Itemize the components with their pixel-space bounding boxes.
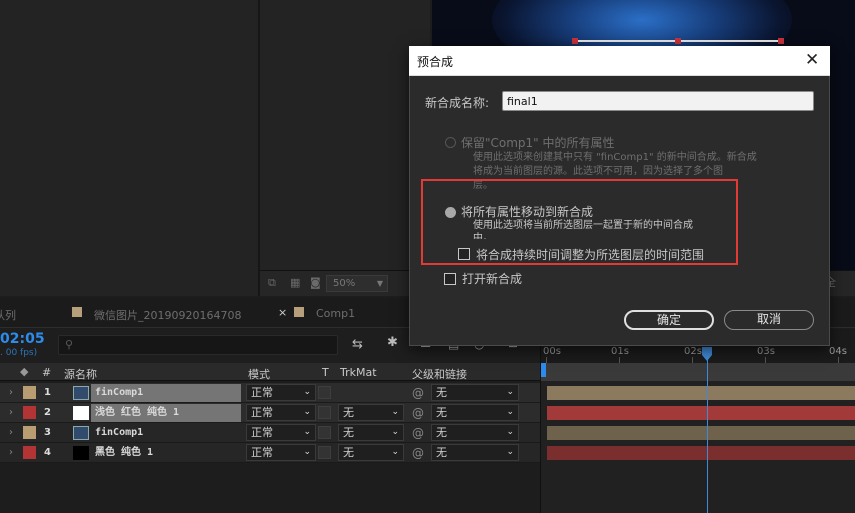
zoom-select[interactable]: 50% ▼ — [326, 275, 388, 292]
expand-arrow-icon[interactable]: › — [9, 407, 13, 418]
layer-duration-bar[interactable] — [547, 386, 855, 400]
pickwhip-icon[interactable]: @ — [412, 426, 424, 440]
grid-icon[interactable]: ▦ — [290, 277, 304, 289]
tab-color-swatch — [72, 307, 82, 317]
label-column-icon[interactable]: ◆ — [20, 365, 28, 378]
trkmat-column-header: TrkMat — [340, 366, 377, 379]
expand-arrow-icon[interactable]: › — [9, 427, 13, 438]
trkmat-select[interactable]: 无 ⌄ — [338, 444, 404, 461]
tab-wechat-image[interactable]: 微信图片_20190920164708 — [94, 307, 241, 323]
open-new-comp-label: 打开新合成 — [462, 272, 523, 286]
playhead-handle[interactable] — [701, 347, 713, 361]
source-name-column-header[interactable]: 源名称 — [64, 366, 97, 382]
comp-icon — [73, 386, 89, 400]
layer-name[interactable]: finComp1 — [91, 384, 241, 402]
parent-select[interactable]: 无 ⌄ — [431, 384, 519, 401]
pickwhip-icon[interactable]: @ — [412, 446, 424, 460]
close-icon[interactable]: × — [278, 306, 287, 319]
preserve-transparency-checkbox[interactable] — [318, 426, 331, 439]
preview-icon[interactable]: ⧉ — [268, 277, 282, 289]
search-icon: ⚲ — [65, 338, 74, 351]
layer-duration-bar[interactable] — [547, 406, 855, 420]
solid-black-swatch — [73, 446, 89, 460]
keep-attributes-desc-1: 使用此选项来创建其中只有 "finComp1" 的新中间合成。新合成 — [473, 152, 757, 163]
solid-white-swatch — [73, 406, 89, 420]
pickwhip-icon[interactable]: @ — [412, 386, 424, 400]
tab-color-swatch — [294, 307, 304, 317]
preserve-transparency-checkbox[interactable] — [318, 386, 331, 399]
ok-button[interactable]: 确定 — [624, 310, 714, 330]
ruler-label: 00s — [543, 346, 561, 357]
ruler-label: 03s — [757, 346, 775, 357]
fps-readout: . 00 fps) — [0, 348, 38, 358]
number-column-header: # — [42, 366, 52, 379]
comp-icon — [73, 426, 89, 440]
timeline-split[interactable] — [540, 329, 541, 513]
layer-number: 2 — [44, 407, 51, 418]
cancel-button[interactable]: 取消 — [724, 310, 814, 330]
layer-label-color[interactable] — [23, 426, 36, 439]
ruler-label: 04s — [829, 346, 847, 357]
mask-icon[interactable]: ◙ — [310, 277, 324, 289]
expand-arrow-icon[interactable]: › — [9, 387, 13, 398]
tab-comp1[interactable]: Comp1 — [316, 307, 355, 320]
layer-label-color[interactable] — [23, 446, 36, 459]
parent-select[interactable]: 无 ⌄ — [431, 404, 519, 421]
layer-label-color[interactable] — [23, 386, 36, 399]
project-panel — [0, 0, 258, 296]
close-icon[interactable]: ✕ — [805, 50, 819, 70]
layer-number: 4 — [44, 447, 51, 458]
expand-arrow-icon[interactable]: › — [9, 447, 13, 458]
draft-3d-icon[interactable]: ✱ — [387, 335, 398, 350]
keep-attributes-desc-2: 将成为当前图层的源。此选项不可用，因为选择了多个图 — [473, 166, 723, 177]
trkmat-select[interactable]: 无 ⌄ — [338, 424, 404, 441]
trkmat-select[interactable]: 无 ⌄ — [338, 404, 404, 421]
blend-mode-select[interactable]: 正常 ⌄ — [246, 444, 316, 461]
mask-handle[interactable] — [572, 38, 578, 44]
blend-mode-select[interactable]: 正常 ⌄ — [246, 404, 316, 421]
composition-flowchart-icon[interactable]: ⇆ — [352, 337, 363, 352]
preserve-transparency-checkbox[interactable] — [318, 406, 331, 419]
work-area-start-handle[interactable] — [541, 363, 546, 377]
ruler-label: 01s — [611, 346, 629, 357]
work-area-bar[interactable] — [540, 363, 855, 381]
open-new-comp-checkbox[interactable] — [444, 273, 456, 285]
playhead-line — [707, 356, 708, 513]
keep-attributes-radio[interactable] — [445, 137, 456, 148]
layer-name[interactable]: finComp1 — [91, 424, 241, 442]
dialog-titlebar[interactable] — [409, 46, 830, 76]
keep-attributes-label: 保留"Comp1" 中的所有属性 — [461, 136, 615, 150]
parent-select[interactable]: 无 ⌄ — [431, 444, 519, 461]
layer-name[interactable]: 浅色 红色 纯色 1 — [91, 404, 241, 422]
highlight-annotation — [421, 179, 738, 265]
effects-panel — [260, 0, 430, 270]
new-comp-name-input[interactable] — [502, 91, 814, 111]
layer-name[interactable]: 黑色 纯色 1 — [91, 444, 241, 462]
current-timecode[interactable]: 02:05 — [0, 331, 45, 347]
dialog-title: 预合成 — [417, 55, 454, 69]
mask-handle[interactable] — [778, 38, 784, 44]
layer-duration-bar[interactable] — [547, 446, 855, 460]
mask-handle[interactable] — [675, 38, 681, 44]
blend-mode-select[interactable]: 正常 ⌄ — [246, 424, 316, 441]
new-comp-name-label: 新合成名称: — [425, 96, 490, 110]
preserve-transparency-checkbox[interactable] — [318, 446, 331, 459]
layer-search-input[interactable]: ⚲ — [58, 335, 338, 355]
tab-render-queue[interactable]: 队列 — [0, 307, 16, 323]
t-column-header: T — [322, 366, 329, 379]
ruler-label: 02s — [684, 346, 702, 357]
blend-mode-select[interactable]: 正常 ⌄ — [246, 384, 316, 401]
parent-column-header: 父级和链接 — [412, 368, 467, 381]
layer-duration-bar[interactable] — [547, 426, 855, 440]
mode-column-header: 模式 — [248, 368, 270, 381]
layer-number: 1 — [44, 387, 51, 398]
layer-number: 3 — [44, 427, 51, 438]
pickwhip-icon[interactable]: @ — [412, 406, 424, 420]
layer-label-color[interactable] — [23, 406, 36, 419]
parent-select[interactable]: 无 ⌄ — [431, 424, 519, 441]
